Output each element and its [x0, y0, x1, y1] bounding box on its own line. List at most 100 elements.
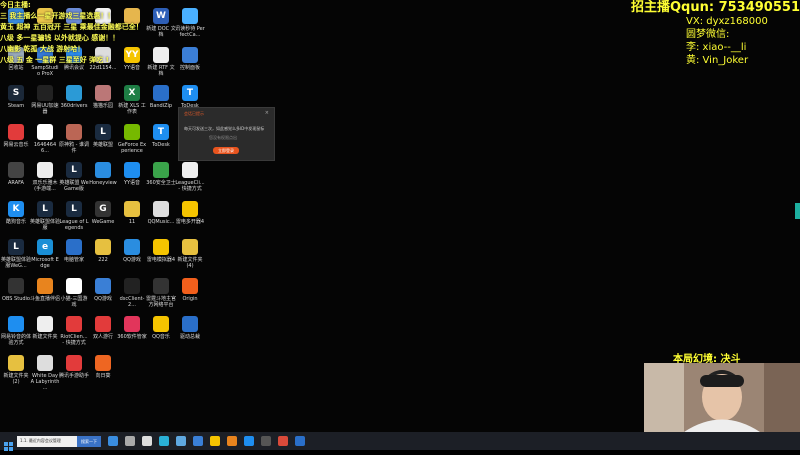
desktop-icon[interactable]: 网易铃音的体验方式 — [1, 316, 31, 346]
desktop-icon[interactable]: QQ游戏 — [89, 277, 117, 302]
app-icon — [95, 354, 111, 371]
desktop-icon[interactable]: 11 — [118, 200, 146, 225]
desktop-icon-label: BandiZip — [149, 103, 173, 109]
webcam-feed — [644, 363, 800, 432]
desktop-icon[interactable]: Honeyview — [89, 162, 117, 186]
desktop-icon[interactable]: RiotClien... - 快捷方式 — [60, 316, 88, 346]
desktop-icon-label: 新建 XLS 工作表 — [118, 103, 146, 115]
dialog-message: 每天可发送三次，如此感觉么多ID中发现鼠标 — [184, 126, 265, 131]
app-icon — [66, 316, 82, 332]
search-app-taskbar-icon[interactable] — [295, 436, 305, 446]
desktop-icon[interactable]: 腾讯手游助手 — [59, 354, 89, 379]
desktop-icon[interactable]: 网易云音乐 — [2, 123, 30, 148]
taskbar-search-input[interactable]: 1.1. 最近内容会议管理 — [17, 435, 77, 447]
app-icon — [66, 277, 82, 294]
obs-taskbar-icon[interactable] — [261, 436, 271, 446]
qq-taskbar-icon[interactable] — [244, 436, 254, 446]
app-icon — [153, 239, 169, 255]
app-icon — [66, 123, 82, 140]
desktop-icon[interactable]: 讯读秒待 PerfectCa... — [175, 8, 205, 38]
desktop-icon[interactable]: 双人游行 — [89, 316, 117, 340]
desktop-icon[interactable]: 360安全卫士 — [146, 162, 176, 186]
desktop-icon[interactable]: T ToDesk — [176, 85, 204, 109]
desktop-icon[interactable]: 控制面板 — [176, 46, 204, 71]
task-view-icon[interactable] — [125, 436, 135, 446]
desktop-icon[interactable]: YY语音 — [118, 162, 146, 186]
desktop-icon[interactable]: e Microsoft Edge — [31, 239, 59, 269]
stream-chat-overlay: 今日主播: 三 我主播么一星开游戏三星选惠！！ 黄玉 超神 五百冠开 三星 乘最… — [0, 0, 180, 66]
browser-taskbar-icon[interactable] — [193, 436, 203, 446]
app-icon — [182, 200, 198, 217]
desktop-icon[interactable]: ARAFA — [2, 162, 30, 186]
taskbar-search-button[interactable]: 搜索一下 — [77, 435, 101, 447]
desktop-icon[interactable]: L 英雄联盟 — [89, 123, 117, 148]
desktop-icon[interactable]: QQ音乐 — [147, 316, 175, 340]
desktop-icon[interactable]: 网易UU加速器 — [31, 85, 59, 115]
yy-taskbar-icon[interactable] — [210, 436, 220, 446]
desktop-icon[interactable]: 向日葵 — [89, 354, 117, 379]
app-icon — [95, 239, 111, 255]
desktop-icon[interactable]: 双乐乐雅木(手游端... — [31, 162, 59, 192]
desktop-icon[interactable]: 新建文件夹 — [31, 316, 59, 340]
desktop-icon[interactable]: 360软件管家 — [117, 316, 147, 340]
desktop-icon[interactable]: 222 — [89, 239, 117, 263]
app-icon: L — [95, 123, 111, 140]
desktop-icon[interactable]: L League of Legends — [59, 200, 89, 231]
windows-start-icon[interactable] — [4, 436, 13, 451]
app-icon — [37, 85, 53, 101]
desktop-icon[interactable]: 原神鸦 - 谁调件 — [59, 123, 89, 154]
desktop-icon[interactable]: 猫猫乐园 — [89, 85, 117, 109]
desktop-icon[interactable]: T ToDesk — [147, 123, 175, 148]
desktop-icon[interactable]: 新建文件夹(4) — [176, 239, 204, 269]
desktop-icon[interactable]: S Steam — [2, 85, 30, 109]
desktop-icon[interactable]: 雷霆斗地主官方网络平台 — [146, 277, 176, 308]
desktop-icon[interactable]: K 酷狗音乐 — [2, 200, 30, 225]
desktop-icon[interactable]: GeForce Experience — [117, 123, 147, 154]
login-button[interactable]: 立即登录 — [213, 147, 239, 154]
desktop-icon[interactable]: Origin — [176, 277, 204, 302]
desktop-icon-label: 英雄联盟 — [92, 141, 113, 148]
desktop-icon[interactable]: QQ游戏 — [118, 239, 146, 263]
desktop-icon[interactable]: L 英雄联盟体验服WeG... — [1, 239, 31, 269]
app-icon — [95, 277, 111, 294]
desktop-icon[interactable]: LeagueCli... - 快捷方式 — [175, 162, 205, 192]
desktop-icon-label: 猫猫乐园 — [92, 103, 113, 109]
desktop-icon[interactable]: 雷电多开器4 — [176, 200, 204, 225]
app-icon — [182, 239, 198, 255]
desktop-icon-label: 英雄联盟 WeGame版 — [59, 180, 89, 192]
desktop-icon[interactable]: G WeGame — [89, 200, 117, 225]
dialog-subtext: 您没有权限点出 — [209, 135, 237, 140]
desktop-icon[interactable]: 新建文件夹(2) — [2, 354, 30, 385]
webcam-image — [644, 363, 800, 432]
douyu-taskbar-icon[interactable] — [227, 436, 237, 446]
app-taskbar-icon[interactable] — [159, 436, 169, 446]
side-panel-tab[interactable] — [795, 203, 800, 219]
desktop-icon[interactable]: 雷电模拟器4 — [147, 239, 175, 263]
app-icon — [37, 354, 53, 371]
wegame-taskbar-icon[interactable] — [278, 436, 288, 446]
desktop-icon[interactable]: 小猫-三国游戏 — [60, 277, 88, 308]
store-taskbar-icon[interactable] — [176, 436, 186, 446]
desktop-icon-label: OBS Studio — [2, 295, 30, 302]
chat-line: 八级 多一星骗钱 以外就提心 感谢！！ — [0, 34, 120, 42]
close-icon[interactable]: × — [265, 110, 269, 116]
desktop-icon[interactable]: 电脑管家 — [60, 239, 88, 263]
desktop-icon[interactable]: White Day A Labyrinth ... — [31, 354, 59, 391]
desktop-icon[interactable]: 360drivers — [60, 85, 88, 109]
chat-line: 八级 五 金 一星群 三星至好 弹吃 ! — [0, 56, 109, 64]
desktop-icon[interactable]: L 英雄联盟 WeGame版 — [59, 162, 89, 192]
popup-dialog: 会话已提示 × 每天可发送三次，如此感觉么多ID中发现鼠标 您没有权限点出 立即… — [178, 107, 275, 161]
desktop-icon[interactable]: 斗鱼直播伴侣 — [30, 277, 60, 302]
desktop-icon[interactable]: BandiZip — [147, 85, 175, 109]
mail-taskbar-icon[interactable] — [142, 436, 152, 446]
desktop-icon[interactable]: 16464646... — [31, 123, 59, 154]
desktop-icon[interactable]: X 新建 XLS 工作表 — [118, 85, 146, 115]
edge-taskbar-icon[interactable] — [108, 436, 118, 446]
desktop-icon-label: GeForce Experience — [117, 141, 147, 154]
desktop-icon-label: 网易UU加速器 — [31, 103, 59, 115]
desktop-icon[interactable]: OBS Studio — [2, 277, 30, 302]
desktop-icon[interactable]: QQMusic... — [147, 200, 175, 225]
desktop-icon[interactable]: L 英雄联盟体验服 — [30, 200, 60, 231]
desktop-icon[interactable]: dscClient-2... — [118, 277, 146, 308]
desktop-icon[interactable]: 驱动总裁 — [176, 316, 204, 340]
